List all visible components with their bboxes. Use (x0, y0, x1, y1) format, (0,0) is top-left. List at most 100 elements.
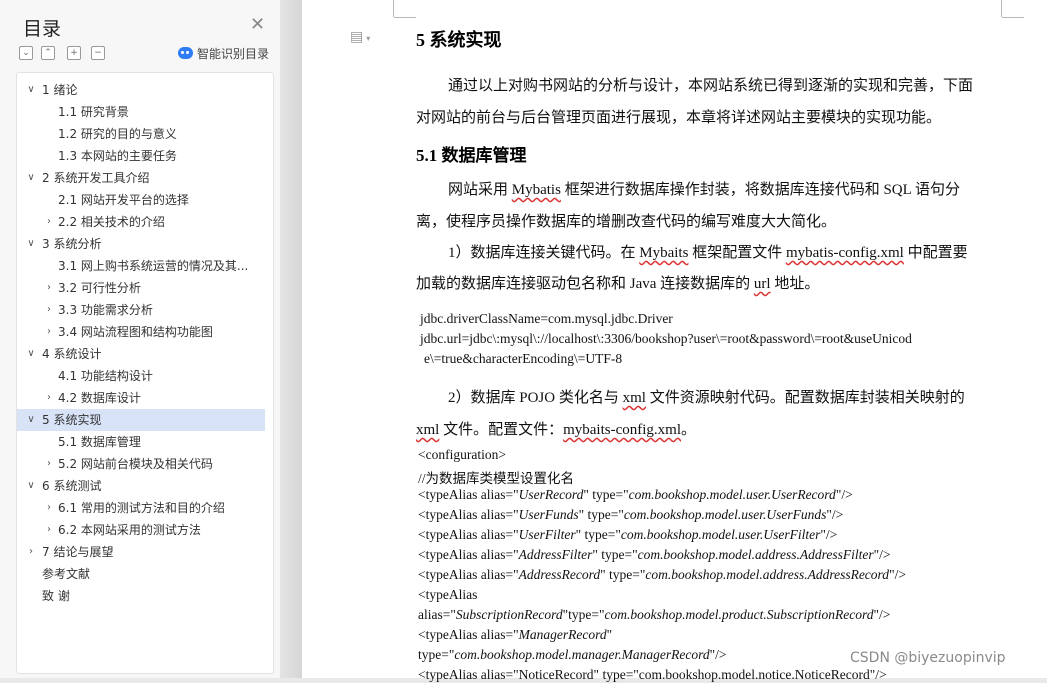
chevron-down-icon[interactable]: ∨ (25, 409, 37, 431)
toc-item[interactable]: › 6.2 本网站采用的测试方法 (17, 519, 265, 541)
xml-alias-line: <typeAlias alias="AddressFilter" type="c… (418, 547, 890, 563)
toc-item[interactable]: ∨ 6 系统测试 (17, 475, 265, 497)
text-span: " (606, 627, 613, 642)
chevron-right-icon[interactable]: › (43, 277, 55, 299)
chevron-right-icon[interactable]: › (43, 497, 55, 519)
text-span: type=" (418, 647, 455, 662)
toc-item[interactable]: 参考文献 (17, 563, 265, 585)
toc-item-label: 6.2 本网站采用的测试方法 (58, 523, 201, 537)
chevron-right-icon[interactable]: › (43, 519, 55, 541)
text-span: 文件。配置文件： (439, 422, 564, 438)
chevron-down-icon[interactable]: ∨ (25, 167, 37, 189)
text-span: UserFilter (518, 527, 576, 542)
text-span: " type=" (600, 567, 646, 582)
close-icon[interactable]: ✕ (250, 16, 265, 34)
toc-item[interactable]: 1.2 研究的目的与意义 (17, 123, 265, 145)
chevron-down-icon[interactable]: ∨ (25, 79, 37, 101)
toc-item[interactable]: 1.3 本网站的主要任务 (17, 145, 265, 167)
paragraph-line: 对网站的前台与后台管理页面进行展现，本章将详述网站主要模块的实现功能。 (416, 110, 942, 126)
toc-item[interactable]: › 3.3 功能需求分析 (17, 299, 265, 321)
toc-item[interactable]: › 4.2 数据库设计 (17, 387, 265, 409)
toc-item[interactable]: ∨ 5 系统实现 (17, 409, 265, 431)
text-span: xml (416, 422, 440, 438)
chevron-right-icon[interactable]: › (43, 453, 55, 475)
toc-item-label: 6 系统测试 (42, 479, 102, 493)
text-span: "/> (835, 487, 853, 502)
toc-item[interactable]: › 3.2 可行性分析 (17, 277, 265, 299)
chevron-right-icon[interactable]: › (43, 299, 55, 321)
xml-alias-line: <typeAlias alias="UserFilter" type="com.… (418, 527, 837, 543)
toc-item-label: 3.1 网上购书系统运营的情况及其... (58, 259, 249, 273)
smart-recognize-toc-button[interactable]: 智能识别目录 (178, 44, 269, 62)
chevron-down-icon[interactable]: ∨ (25, 475, 37, 497)
watermark: CSDN @biyezuopinvip (850, 650, 1006, 666)
collapse-all-icon[interactable]: ⌄ (19, 46, 33, 60)
xml-alias-line: <typeAlias alias="UserFunds" type="com.b… (418, 507, 843, 523)
remove-heading-icon[interactable]: − (91, 46, 105, 60)
xml-line: type="com.bookshop.model.manager.Manager… (418, 647, 726, 663)
document-options-icon[interactable]: ▤ ▾ (350, 29, 370, 45)
xml-line: <typeAlias alias="ManagerRecord" (418, 627, 612, 643)
text-span: 中配置要 (903, 245, 968, 261)
text-span: 框架进行数据库操作封装，将数据库连接代码和 SQL 语句分 (560, 182, 960, 198)
chevron-right-icon[interactable]: › (25, 541, 37, 563)
text-span: <typeAlias alias=" (418, 487, 519, 502)
toc-item[interactable]: 2.1 网站开发平台的选择 (17, 189, 265, 211)
toc-item[interactable]: 4.1 功能结构设计 (17, 365, 265, 387)
chevron-down-icon[interactable]: ∨ (25, 343, 37, 365)
toc-item[interactable]: 5.1 数据库管理 (17, 431, 265, 453)
toc-item[interactable]: › 7 结论与展望 (17, 541, 265, 563)
section-heading: 5.1 数据库管理 (416, 146, 527, 165)
toc-item[interactable]: 致 谢 (17, 585, 265, 607)
text-span: <typeAlias alias=" (418, 547, 519, 562)
toc-item[interactable]: › 5.2 网站前台模块及相关代码 (17, 453, 265, 475)
toc-item[interactable]: 1.1 研究背景 (17, 101, 265, 123)
toc-item-label: 4.2 数据库设计 (58, 391, 141, 405)
xml-line: alias="SubscriptionRecord"type="com.book… (418, 607, 890, 623)
text-span: mybaits-config.xml (563, 422, 682, 438)
text-span: Mybaits (639, 245, 689, 261)
text-span: 文件资源映射代码。配置数据库封装相关映射的 (645, 390, 965, 406)
toc-item-label: 1.2 研究的目的与意义 (58, 127, 177, 141)
chevron-right-icon[interactable]: › (43, 211, 55, 233)
xml-line: <configuration> (418, 447, 506, 462)
page-corner-marker (1002, 5, 1024, 18)
chevron-down-icon[interactable]: ∨ (25, 233, 37, 255)
text-span: " type=" (575, 527, 621, 542)
toc-item[interactable]: ∨ 1 绪论 (17, 79, 265, 101)
text-span: "type=" (562, 607, 605, 622)
text-span: "/> (889, 567, 906, 582)
toc-item[interactable]: › 6.1 常用的测试方法和目的介绍 (17, 497, 265, 519)
document-page: ▤ ▾ 5 系统实现 通过以上对购书网站的分析与设计，本网站系统已得到逐渐的实现和… (302, 0, 1047, 682)
paragraph-line: xml 文件。配置文件：mybaits-config.xml。 (416, 418, 696, 439)
text-span: 网站采用 (448, 182, 512, 198)
toc-item[interactable]: ∨ 4 系统设计 (17, 343, 265, 365)
toc-item[interactable]: › 3.4 网站流程图和结构功能图 (17, 321, 265, 343)
text-span: com.bookshop.model.user.UserRecord (628, 487, 836, 502)
paragraph-line: 2）数据库 POJO 类化名与 xml 文件资源映射代码。配置数据库封装相关映射… (448, 386, 965, 407)
toc-item-label: 1.3 本网站的主要任务 (58, 149, 177, 163)
toc-item[interactable]: › 2.2 相关技术的介绍 (17, 211, 265, 233)
expand-up-icon[interactable]: ⌃ (41, 46, 55, 60)
text-span: UserFunds (518, 507, 579, 522)
toc-item-label: 7 结论与展望 (42, 545, 114, 559)
toc-item[interactable]: 3.1 网上购书系统运营的情况及其... (17, 255, 265, 277)
xml-line: <typeAlias alias="NoticeRecord" type="co… (418, 667, 887, 682)
toc-list: ∨ 1 绪论 1.1 研究背景 1.2 研究的目的与意义 1.3 本网站的主要任务 ∨ 2 … (16, 72, 274, 674)
text-span: url (753, 276, 771, 292)
text-span: 。 (681, 422, 697, 438)
toc-item[interactable]: ∨ 2 系统开发工具介绍 (17, 167, 265, 189)
toc-item[interactable]: ∨ 3 系统分析 (17, 233, 265, 255)
text-span: "/> (826, 507, 844, 522)
page-corner-marker (394, 5, 416, 18)
toc-item-label: 3.4 网站流程图和结构功能图 (58, 325, 213, 339)
add-heading-icon[interactable]: + (67, 46, 81, 60)
smart-recognize-label: 智能识别目录 (197, 46, 270, 61)
text-span: UserRecord (518, 487, 584, 502)
text-span: " type=" (583, 487, 629, 502)
text-span: com.bookshop.model.address.AddressRecord (645, 567, 890, 582)
chevron-right-icon[interactable]: › (43, 321, 55, 343)
code-line: jdbc.driverClassName=com.mysql.jdbc.Driv… (420, 311, 673, 326)
chevron-right-icon[interactable]: › (43, 387, 55, 409)
toc-item-label: 3.2 可行性分析 (58, 281, 141, 295)
